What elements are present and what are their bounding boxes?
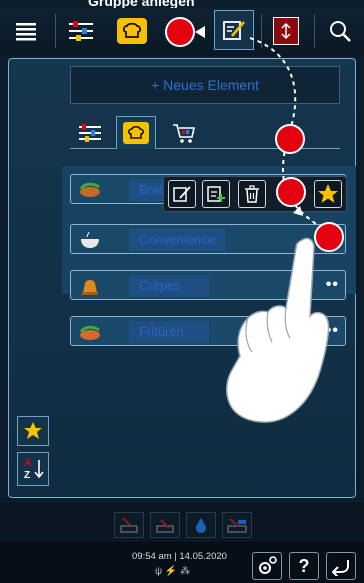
favorite-icon [24,422,42,439]
usb-icon: ψ [155,566,163,577]
svg-text:Z: Z [24,470,30,481]
action-button-1[interactable] [114,512,144,538]
sort-button[interactable]: A Z [17,452,49,486]
gear-icon [259,556,277,574]
wifi-off-icon: ⚡ [164,566,178,577]
status-date: 14.05.2020 [179,551,227,562]
help-button[interactable]: ? [289,552,319,580]
status-icons: ψ ⚡ ⁂ [155,566,190,577]
back-arrow-icon [331,560,349,576]
hand-pointer-icon [226,237,330,423]
arrow-in-icon [120,517,138,533]
svg-text:A: A [24,458,31,469]
water-drop-icon [196,518,206,533]
network-icon: ⁂ [180,566,191,577]
arrow-out-icon [156,519,174,533]
back-button[interactable] [326,552,356,580]
sort-az-icon: A Z [24,458,44,481]
bottom-action-bar [0,502,364,542]
instruction-marker [275,124,305,154]
action-button-2[interactable] [150,512,180,538]
tray-icon [227,518,247,533]
settings-button[interactable] [252,552,282,580]
action-button-4[interactable] [222,512,252,538]
status-time: 09:54 am [132,551,172,562]
instruction-marker [276,177,306,207]
action-button-3[interactable] [186,512,216,538]
favorites-filter-button[interactable] [17,416,49,446]
status-datetime: 09:54 am | 14.05.2020 [132,551,227,562]
